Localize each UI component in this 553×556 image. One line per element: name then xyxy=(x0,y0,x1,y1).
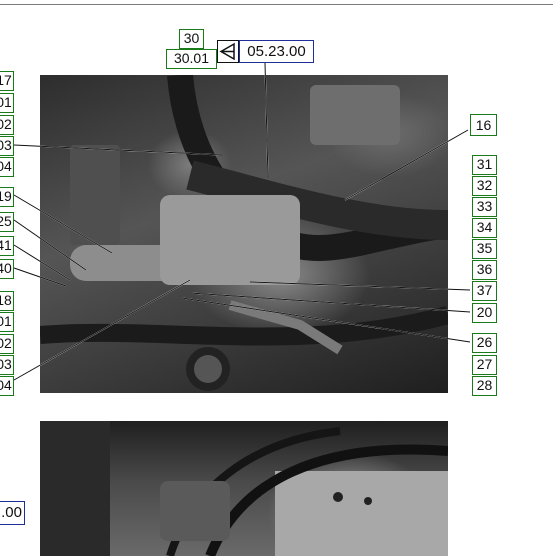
callout-left-upper-19[interactable]: 19 xyxy=(0,187,14,207)
engine-photo-bottom-art xyxy=(40,421,448,556)
callout-left-upper-01[interactable]: 01 xyxy=(0,93,14,113)
reference-code-box[interactable]: 05.23.00 xyxy=(239,40,314,63)
callout-left-upper-03[interactable]: 03 xyxy=(0,136,14,156)
top-rule xyxy=(0,4,553,5)
callout-right-37[interactable]: 37 xyxy=(472,281,497,301)
callout-left-upper-40[interactable]: 40 xyxy=(0,259,14,279)
callout-left-lower-02[interactable]: 02 xyxy=(0,334,14,354)
callout-right-36[interactable]: 36 xyxy=(472,260,497,280)
callout-right-35[interactable]: 35 xyxy=(472,239,497,259)
callout-left-lower-18[interactable]: 18 xyxy=(0,291,14,311)
callout-right-34[interactable]: 34 xyxy=(472,218,497,238)
callout-right-27[interactable]: 27 xyxy=(472,355,497,375)
callout-left-upper-04[interactable]: 04 xyxy=(0,157,14,177)
callout-left-lower-04[interactable]: 04 xyxy=(0,376,14,396)
callout-30[interactable]: 30 xyxy=(179,29,204,49)
callout-right-20[interactable]: 20 xyxy=(472,303,497,323)
engine-photo-bottom xyxy=(40,421,448,556)
callout-right-31[interactable]: 31 xyxy=(472,155,497,175)
callout-left-upper-25[interactable]: 25 xyxy=(0,212,14,232)
callout-left-upper-02[interactable]: 02 xyxy=(0,115,14,135)
arrow-triangle-icon xyxy=(219,42,235,61)
reference-icon[interactable] xyxy=(217,40,239,63)
callout-right-33[interactable]: 33 xyxy=(472,197,497,217)
callout-left-lower-01[interactable]: 01 xyxy=(0,312,14,332)
callout-left-lower-03[interactable]: 03 xyxy=(0,355,14,375)
engine-photo-top-art xyxy=(40,75,448,391)
callout-right-16[interactable]: 16 xyxy=(470,114,497,136)
engine-photo-top xyxy=(40,75,448,393)
bottom-reference-box[interactable]: .00 xyxy=(0,501,25,525)
callout-right-26[interactable]: 26 xyxy=(472,333,497,353)
callout-30-01[interactable]: 30.01 xyxy=(166,49,217,69)
callout-right-32[interactable]: 32 xyxy=(472,176,497,196)
callout-right-28[interactable]: 28 xyxy=(472,376,497,396)
callout-left-upper-17[interactable]: 17 xyxy=(0,71,14,91)
callout-left-upper-41[interactable]: 41 xyxy=(0,236,14,256)
